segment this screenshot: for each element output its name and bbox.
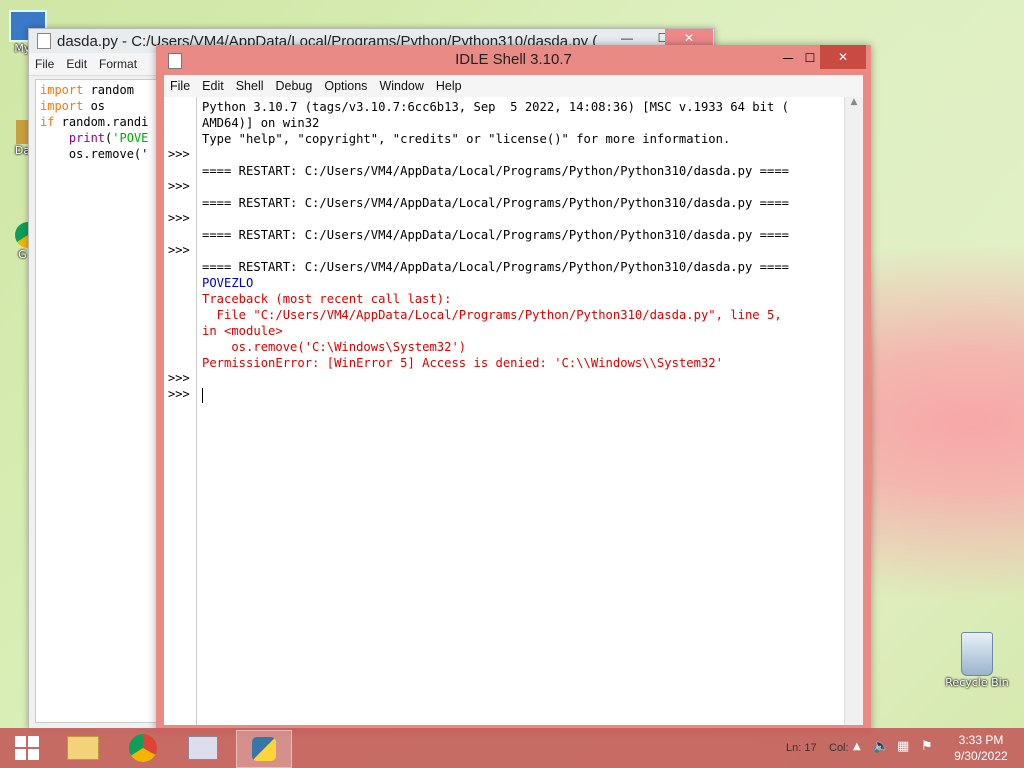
python-file-icon (37, 33, 51, 49)
menu-help[interactable]: Help (430, 79, 468, 93)
restart-line: ==== RESTART: C:/Users/VM4/AppData/Local… (202, 196, 789, 210)
shell-prompt: >>> (168, 243, 190, 257)
desktop-icon-recycle-bin[interactable]: Recycle Bin (944, 632, 1010, 689)
status-column: Col: (829, 742, 849, 754)
monitor-icon (188, 736, 218, 760)
taskbar-chrome[interactable] (116, 730, 170, 766)
traceback-line: in <module> (202, 324, 283, 338)
menu-shell[interactable]: Shell (230, 79, 270, 93)
menu-file[interactable]: File (164, 79, 196, 93)
tray-chevron-icon[interactable]: ▲ (853, 741, 861, 752)
clock[interactable]: 3:33 PM 9/30/2022 (946, 732, 1016, 764)
restart-line: ==== RESTART: C:/Users/VM4/AppData/Local… (202, 228, 789, 242)
idle-shell-window[interactable]: IDLE Shell 3.10.7 — ☐ ✕ File Edit Shell … (156, 45, 871, 733)
shell-titlebar[interactable]: IDLE Shell 3.10.7 — ☐ ✕ (156, 45, 871, 75)
text-cursor (202, 388, 203, 403)
code-keyword: import (40, 99, 84, 113)
shell-prompt: >>> (168, 387, 190, 401)
menu-debug[interactable]: Debug (270, 79, 319, 93)
traceback-line: File "C:/Users/VM4/AppData/Local/Program… (202, 308, 782, 322)
scroll-up-arrow-icon[interactable]: ▲ (845, 97, 863, 107)
menu-edit[interactable]: Edit (60, 57, 93, 71)
volume-muted-icon[interactable]: 🔈 (873, 739, 889, 754)
traceback-line: os.remove('C:\Windows\System32') (202, 340, 467, 354)
taskbar-resource-monitor[interactable] (176, 730, 230, 766)
shell-menubar: File Edit Shell Debug Options Window Hel… (164, 75, 863, 97)
shell-title: IDLE Shell 3.10.7 (455, 51, 572, 68)
action-center-icon[interactable]: ⚑ (921, 739, 933, 754)
menu-format[interactable]: Format (93, 57, 143, 71)
start-button[interactable] (0, 730, 54, 766)
taskbar-file-explorer[interactable] (56, 730, 110, 766)
code-text: random (83, 83, 134, 97)
close-button[interactable]: ✕ (820, 45, 866, 69)
code-text: os.remove(' (40, 147, 149, 161)
code-keyword: import (40, 83, 84, 97)
network-icon[interactable]: ▦ (897, 739, 909, 754)
folder-icon (67, 736, 99, 760)
prompt-gutter: >>> >>> >>> >>> >>> >>> (164, 97, 197, 725)
shell-text-area[interactable]: >>> >>> >>> >>> >>> >>> Python 3.10.7 (t… (164, 97, 863, 725)
clock-time: 3:33 PM (958, 733, 1004, 747)
code-builtin: print (68, 131, 106, 145)
windows-logo-icon (15, 736, 39, 760)
shell-prompt: >>> (168, 371, 190, 385)
desktop-icon-label: Recycle Bin (945, 676, 1009, 689)
code-string: 'POVE (112, 131, 149, 145)
menu-window[interactable]: Window (373, 79, 429, 93)
banner-line: Python 3.10.7 (tags/v3.10.7:6cc6b13, Sep… (202, 100, 789, 114)
vertical-scrollbar[interactable]: ▲ (844, 97, 863, 725)
python-icon (252, 737, 276, 761)
banner-line: Type "help", "copyright", "credits" or "… (202, 132, 731, 146)
shell-prompt: >>> (168, 211, 190, 225)
clock-date: 9/30/2022 (954, 749, 1008, 763)
banner-line: AMD64)] on win32 (202, 116, 320, 130)
shell-output: Python 3.10.7 (tags/v3.10.7:6cc6b13, Sep… (202, 99, 841, 403)
taskbar-python-idle[interactable] (236, 730, 292, 768)
program-output: POVEZLO (202, 276, 254, 290)
status-line-number: Ln: 17 (786, 742, 817, 754)
shell-prompt: >>> (168, 179, 190, 193)
restart-line: ==== RESTART: C:/Users/VM4/AppData/Local… (202, 164, 789, 178)
code-keyword: if (40, 115, 55, 129)
menu-edit[interactable]: Edit (196, 79, 230, 93)
menu-options[interactable]: Options (318, 79, 373, 93)
menu-file[interactable]: File (29, 57, 60, 71)
taskbar: Ln: 17 Col: ▲ 🔈 ▦ ⚑ 3:33 PM 9/30/2022 (0, 728, 1024, 768)
chrome-icon (129, 734, 157, 762)
code-text: random.randi (54, 115, 149, 129)
restart-line: ==== RESTART: C:/Users/VM4/AppData/Local… (202, 260, 789, 274)
recycle-bin-icon (961, 632, 993, 676)
error-message: PermissionError: [WinError 5] Access is … (202, 356, 723, 370)
traceback-line: Traceback (most recent call last): (202, 292, 452, 306)
code-text: os (83, 99, 106, 113)
shell-prompt: >>> (168, 147, 190, 161)
